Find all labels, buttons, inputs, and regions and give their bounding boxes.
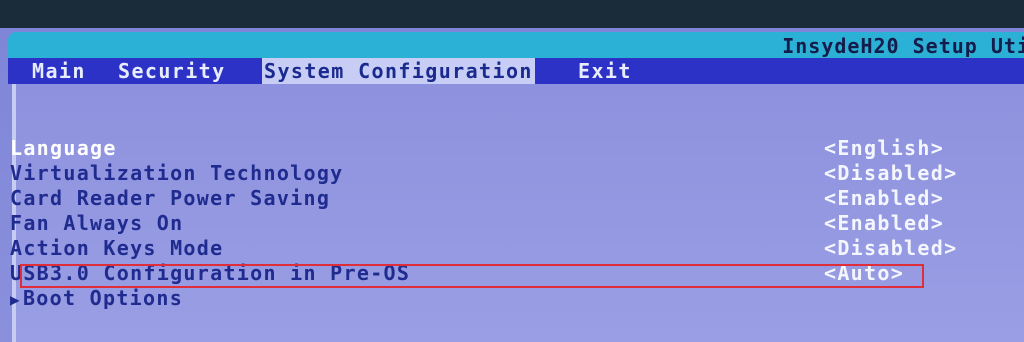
setting-row-virtualization[interactable]: Virtualization Technology <Disabled> bbox=[10, 161, 1010, 186]
setting-label: Card Reader Power Saving bbox=[10, 186, 331, 210]
submenu-text: Boot Options bbox=[22, 286, 184, 310]
menu-main[interactable]: Main bbox=[30, 58, 88, 84]
setting-label: Action Keys Mode bbox=[10, 236, 224, 260]
setting-value[interactable]: <Enabled> bbox=[824, 211, 944, 236]
setting-label: USB3.0 Configuration in Pre-OS bbox=[10, 261, 411, 285]
app-title: InsydeH20 Setup Uti bbox=[782, 34, 1024, 58]
menu-system-configuration[interactable]: System Configuration bbox=[262, 58, 535, 84]
bios-screen: InsydeH20 Setup Uti Main Security System… bbox=[0, 0, 1024, 342]
setting-value[interactable]: <Enabled> bbox=[824, 186, 944, 211]
setting-value[interactable]: <Disabled> bbox=[824, 161, 957, 186]
setting-row-card-reader[interactable]: Card Reader Power Saving <Enabled> bbox=[10, 186, 1010, 211]
setting-label: Fan Always On bbox=[10, 211, 184, 235]
title-bar: InsydeH20 Setup Uti bbox=[8, 32, 1024, 58]
submenu-boot-options[interactable]: ▶ Boot Options bbox=[10, 286, 1010, 311]
setting-value[interactable]: <Disabled> bbox=[824, 236, 957, 261]
setting-value[interactable]: <English> bbox=[824, 136, 944, 161]
setting-row-language[interactable]: Language <English> bbox=[10, 136, 1010, 161]
menu-exit[interactable]: Exit bbox=[576, 58, 634, 84]
submenu-label: ▶ Boot Options bbox=[10, 286, 183, 311]
setting-row-fan-always-on[interactable]: Fan Always On <Enabled> bbox=[10, 211, 1010, 236]
setting-label: Virtualization Technology bbox=[10, 161, 344, 185]
setting-row-action-keys[interactable]: Action Keys Mode <Disabled> bbox=[10, 236, 1010, 261]
triangle-right-icon: ▶ bbox=[10, 290, 21, 309]
setting-label: Language bbox=[10, 136, 117, 160]
menu-bar: Main Security System Configuration Exit bbox=[8, 58, 1024, 84]
setting-value[interactable]: <Auto> bbox=[824, 261, 904, 286]
setting-row-usb3-config[interactable]: USB3.0 Configuration in Pre-OS <Auto> bbox=[10, 261, 1010, 286]
menu-security[interactable]: Security bbox=[116, 58, 228, 84]
